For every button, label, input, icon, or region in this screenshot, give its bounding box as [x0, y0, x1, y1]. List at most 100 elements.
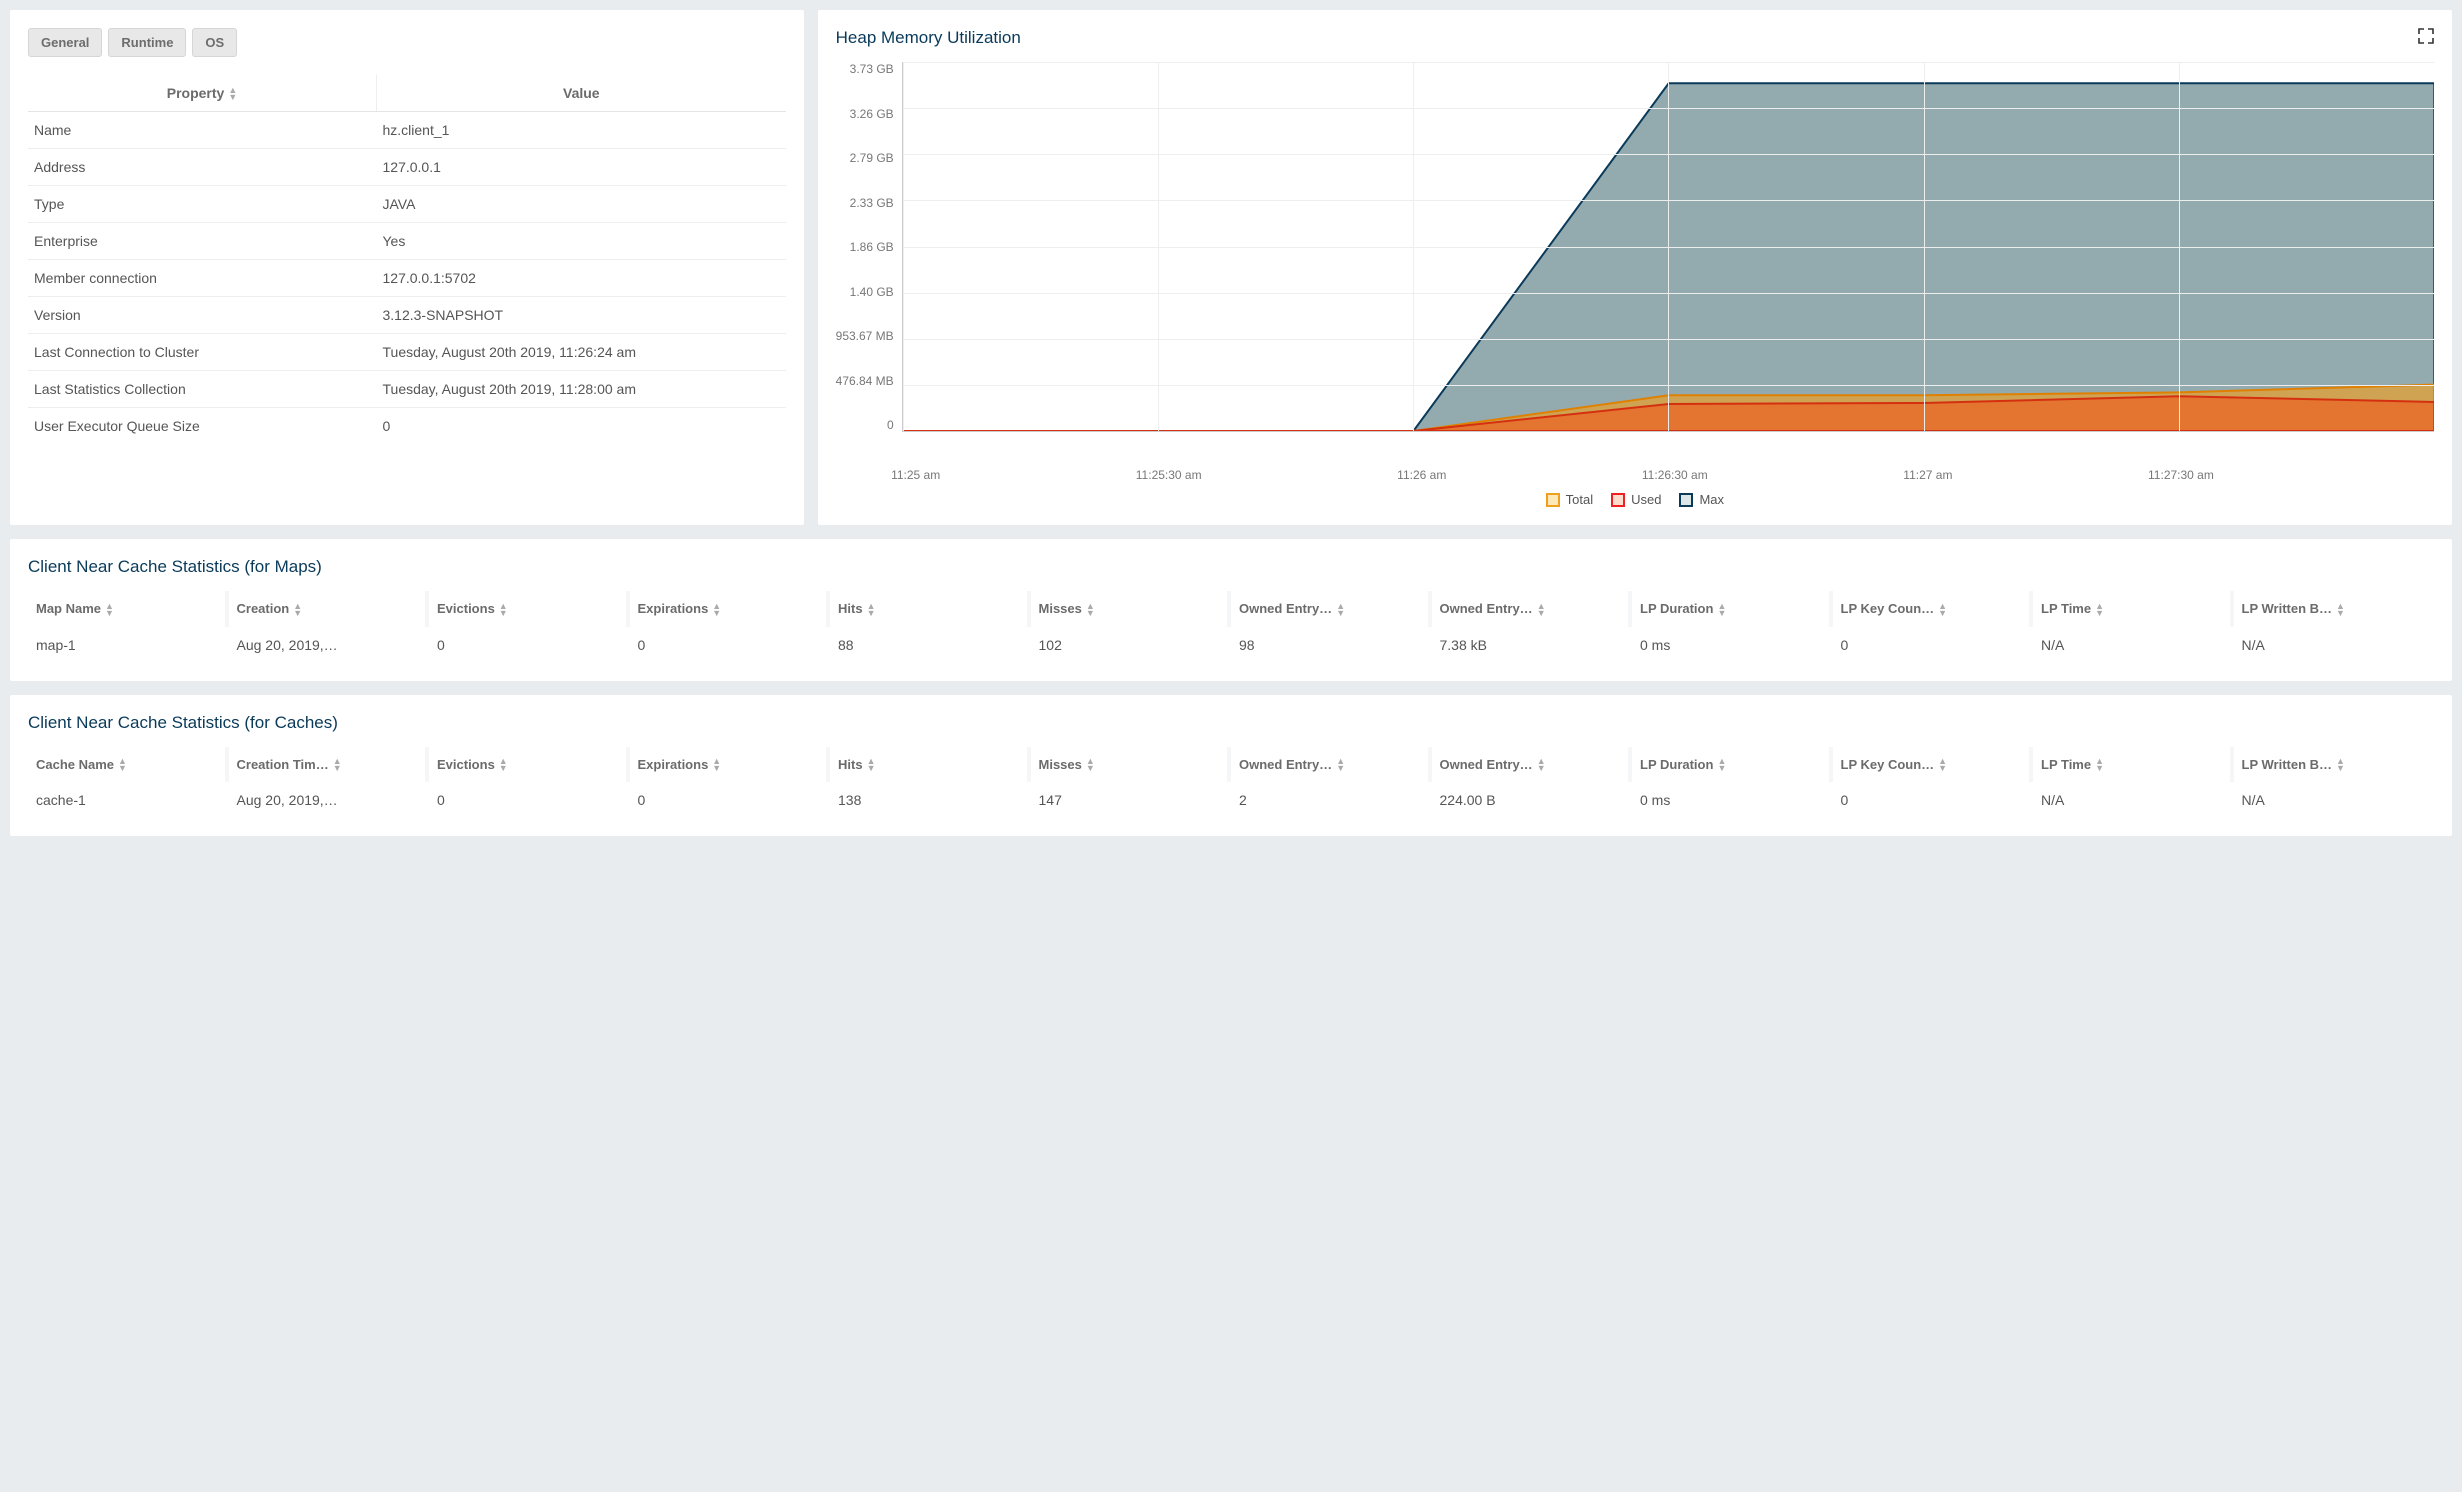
col-header[interactable]: Expirations: [630, 747, 831, 783]
caches-title: Client Near Cache Statistics (for Caches…: [28, 713, 2434, 733]
col-header[interactable]: Owned Entry…: [1432, 747, 1633, 783]
col-header[interactable]: Owned Entry…: [1231, 747, 1432, 783]
col-header[interactable]: Evictions: [429, 747, 630, 783]
sort-icon: [499, 758, 508, 772]
swatch-used-icon: [1611, 493, 1625, 507]
maps-table: Map NameCreationEvictionsExpirationsHits…: [28, 591, 2434, 663]
y-tick: 476.84 MB: [836, 374, 894, 388]
legend-max[interactable]: Max: [1679, 492, 1724, 507]
prop-label: Last Statistics Collection: [28, 371, 377, 408]
sort-icon: [2336, 603, 2345, 617]
cell: 0 ms: [1632, 782, 1833, 818]
sort-icon: [2336, 758, 2345, 772]
tab-group: General Runtime OS: [28, 28, 786, 57]
cell: 224.00 B: [1432, 782, 1633, 818]
tab-general[interactable]: General: [28, 28, 102, 57]
tab-runtime[interactable]: Runtime: [108, 28, 186, 57]
col-header[interactable]: Owned Entry…: [1432, 591, 1633, 627]
x-tick: 11:26:30 am: [1642, 468, 1708, 482]
table-row: map-1Aug 20, 2019,…0088102987.38 kB0 ms0…: [28, 627, 2434, 663]
y-tick: 2.33 GB: [850, 196, 894, 210]
y-axis: 3.73 GB3.26 GB2.79 GB2.33 GB1.86 GB1.40 …: [836, 62, 902, 432]
expand-icon[interactable]: [2418, 28, 2434, 47]
sort-icon: [1537, 758, 1546, 772]
col-header[interactable]: Misses: [1031, 747, 1232, 783]
sort-icon: [1537, 603, 1546, 617]
y-tick: 3.26 GB: [850, 107, 894, 121]
col-header[interactable]: Evictions: [429, 591, 630, 627]
prop-label: Name: [28, 112, 377, 149]
y-tick: 3.73 GB: [850, 62, 894, 76]
col-header[interactable]: Cache Name: [28, 747, 229, 783]
property-table: Property Value Namehz.client_1Address127…: [28, 75, 786, 444]
y-tick: 1.86 GB: [850, 240, 894, 254]
col-header[interactable]: LP Key Coun…: [1833, 747, 2034, 783]
col-header[interactable]: Hits: [830, 747, 1031, 783]
col-header[interactable]: Owned Entry…: [1231, 591, 1432, 627]
cell: N/A: [2033, 627, 2234, 663]
maps-stats-panel: Client Near Cache Statistics (for Maps) …: [10, 539, 2452, 681]
swatch-max-icon: [1679, 493, 1693, 507]
col-property[interactable]: Property: [28, 75, 377, 112]
col-header[interactable]: Expirations: [630, 591, 831, 627]
col-header[interactable]: LP Time: [2033, 747, 2234, 783]
cell: Aug 20, 2019,…: [229, 627, 430, 663]
table-row: EnterpriseYes: [28, 223, 786, 260]
prop-value: Tuesday, August 20th 2019, 11:28:00 am: [377, 371, 786, 408]
col-header[interactable]: LP Written B…: [2234, 747, 2435, 783]
prop-value: 3.12.3-SNAPSHOT: [377, 297, 786, 334]
col-header[interactable]: LP Written B…: [2234, 591, 2435, 627]
x-axis: 11:25 am11:25:30 am11:26 am11:26:30 am11…: [916, 462, 2434, 484]
cell: 0: [1833, 627, 2034, 663]
prop-label: Version: [28, 297, 377, 334]
sort-icon: [105, 603, 114, 617]
col-header[interactable]: Hits: [830, 591, 1031, 627]
cell: 147: [1031, 782, 1232, 818]
cell: map-1: [28, 627, 229, 663]
col-value: Value: [377, 75, 786, 112]
sort-icon: [1717, 603, 1726, 617]
prop-value: 0: [377, 408, 786, 445]
prop-value: hz.client_1: [377, 112, 786, 149]
table-row: Last Connection to ClusterTuesday, Augus…: [28, 334, 786, 371]
col-header[interactable]: Creation: [229, 591, 430, 627]
prop-value: Yes: [377, 223, 786, 260]
col-header[interactable]: LP Key Coun…: [1833, 591, 2034, 627]
col-header[interactable]: Map Name: [28, 591, 229, 627]
cell: 0: [429, 782, 630, 818]
sort-icon: [2095, 758, 2104, 772]
prop-label: User Executor Queue Size: [28, 408, 377, 445]
prop-value: JAVA: [377, 186, 786, 223]
col-header[interactable]: Creation Tim…: [229, 747, 430, 783]
table-row: Version3.12.3-SNAPSHOT: [28, 297, 786, 334]
prop-label: Enterprise: [28, 223, 377, 260]
client-info-panel: General Runtime OS Property Value Namehz…: [10, 10, 804, 525]
caches-table: Cache NameCreation Tim…EvictionsExpirati…: [28, 747, 2434, 819]
cell: N/A: [2033, 782, 2234, 818]
prop-value: 127.0.0.1: [377, 149, 786, 186]
prop-value: Tuesday, August 20th 2019, 11:26:24 am: [377, 334, 786, 371]
table-row: Last Statistics CollectionTuesday, Augus…: [28, 371, 786, 408]
chart-area: 3.73 GB3.26 GB2.79 GB2.33 GB1.86 GB1.40 …: [836, 62, 2434, 462]
sort-icon: [712, 758, 721, 772]
tab-os[interactable]: OS: [192, 28, 237, 57]
legend-total[interactable]: Total: [1546, 492, 1593, 507]
cell: 0: [429, 627, 630, 663]
cell: 7.38 kB: [1432, 627, 1633, 663]
col-header[interactable]: LP Duration: [1632, 591, 1833, 627]
sort-icon: [1717, 758, 1726, 772]
sort-icon: [867, 603, 876, 617]
col-header[interactable]: Misses: [1031, 591, 1232, 627]
x-tick: 11:27 am: [1903, 468, 1952, 482]
y-tick: 1.40 GB: [850, 285, 894, 299]
cell: cache-1: [28, 782, 229, 818]
x-tick: 11:25:30 am: [1136, 468, 1202, 482]
sort-icon: [867, 758, 876, 772]
col-header[interactable]: LP Time: [2033, 591, 2234, 627]
col-header[interactable]: LP Duration: [1632, 747, 1833, 783]
cell: N/A: [2234, 627, 2435, 663]
legend-used[interactable]: Used: [1611, 492, 1661, 507]
cell: 0: [630, 627, 831, 663]
chart-plot[interactable]: [902, 62, 2434, 432]
cell: 98: [1231, 627, 1432, 663]
